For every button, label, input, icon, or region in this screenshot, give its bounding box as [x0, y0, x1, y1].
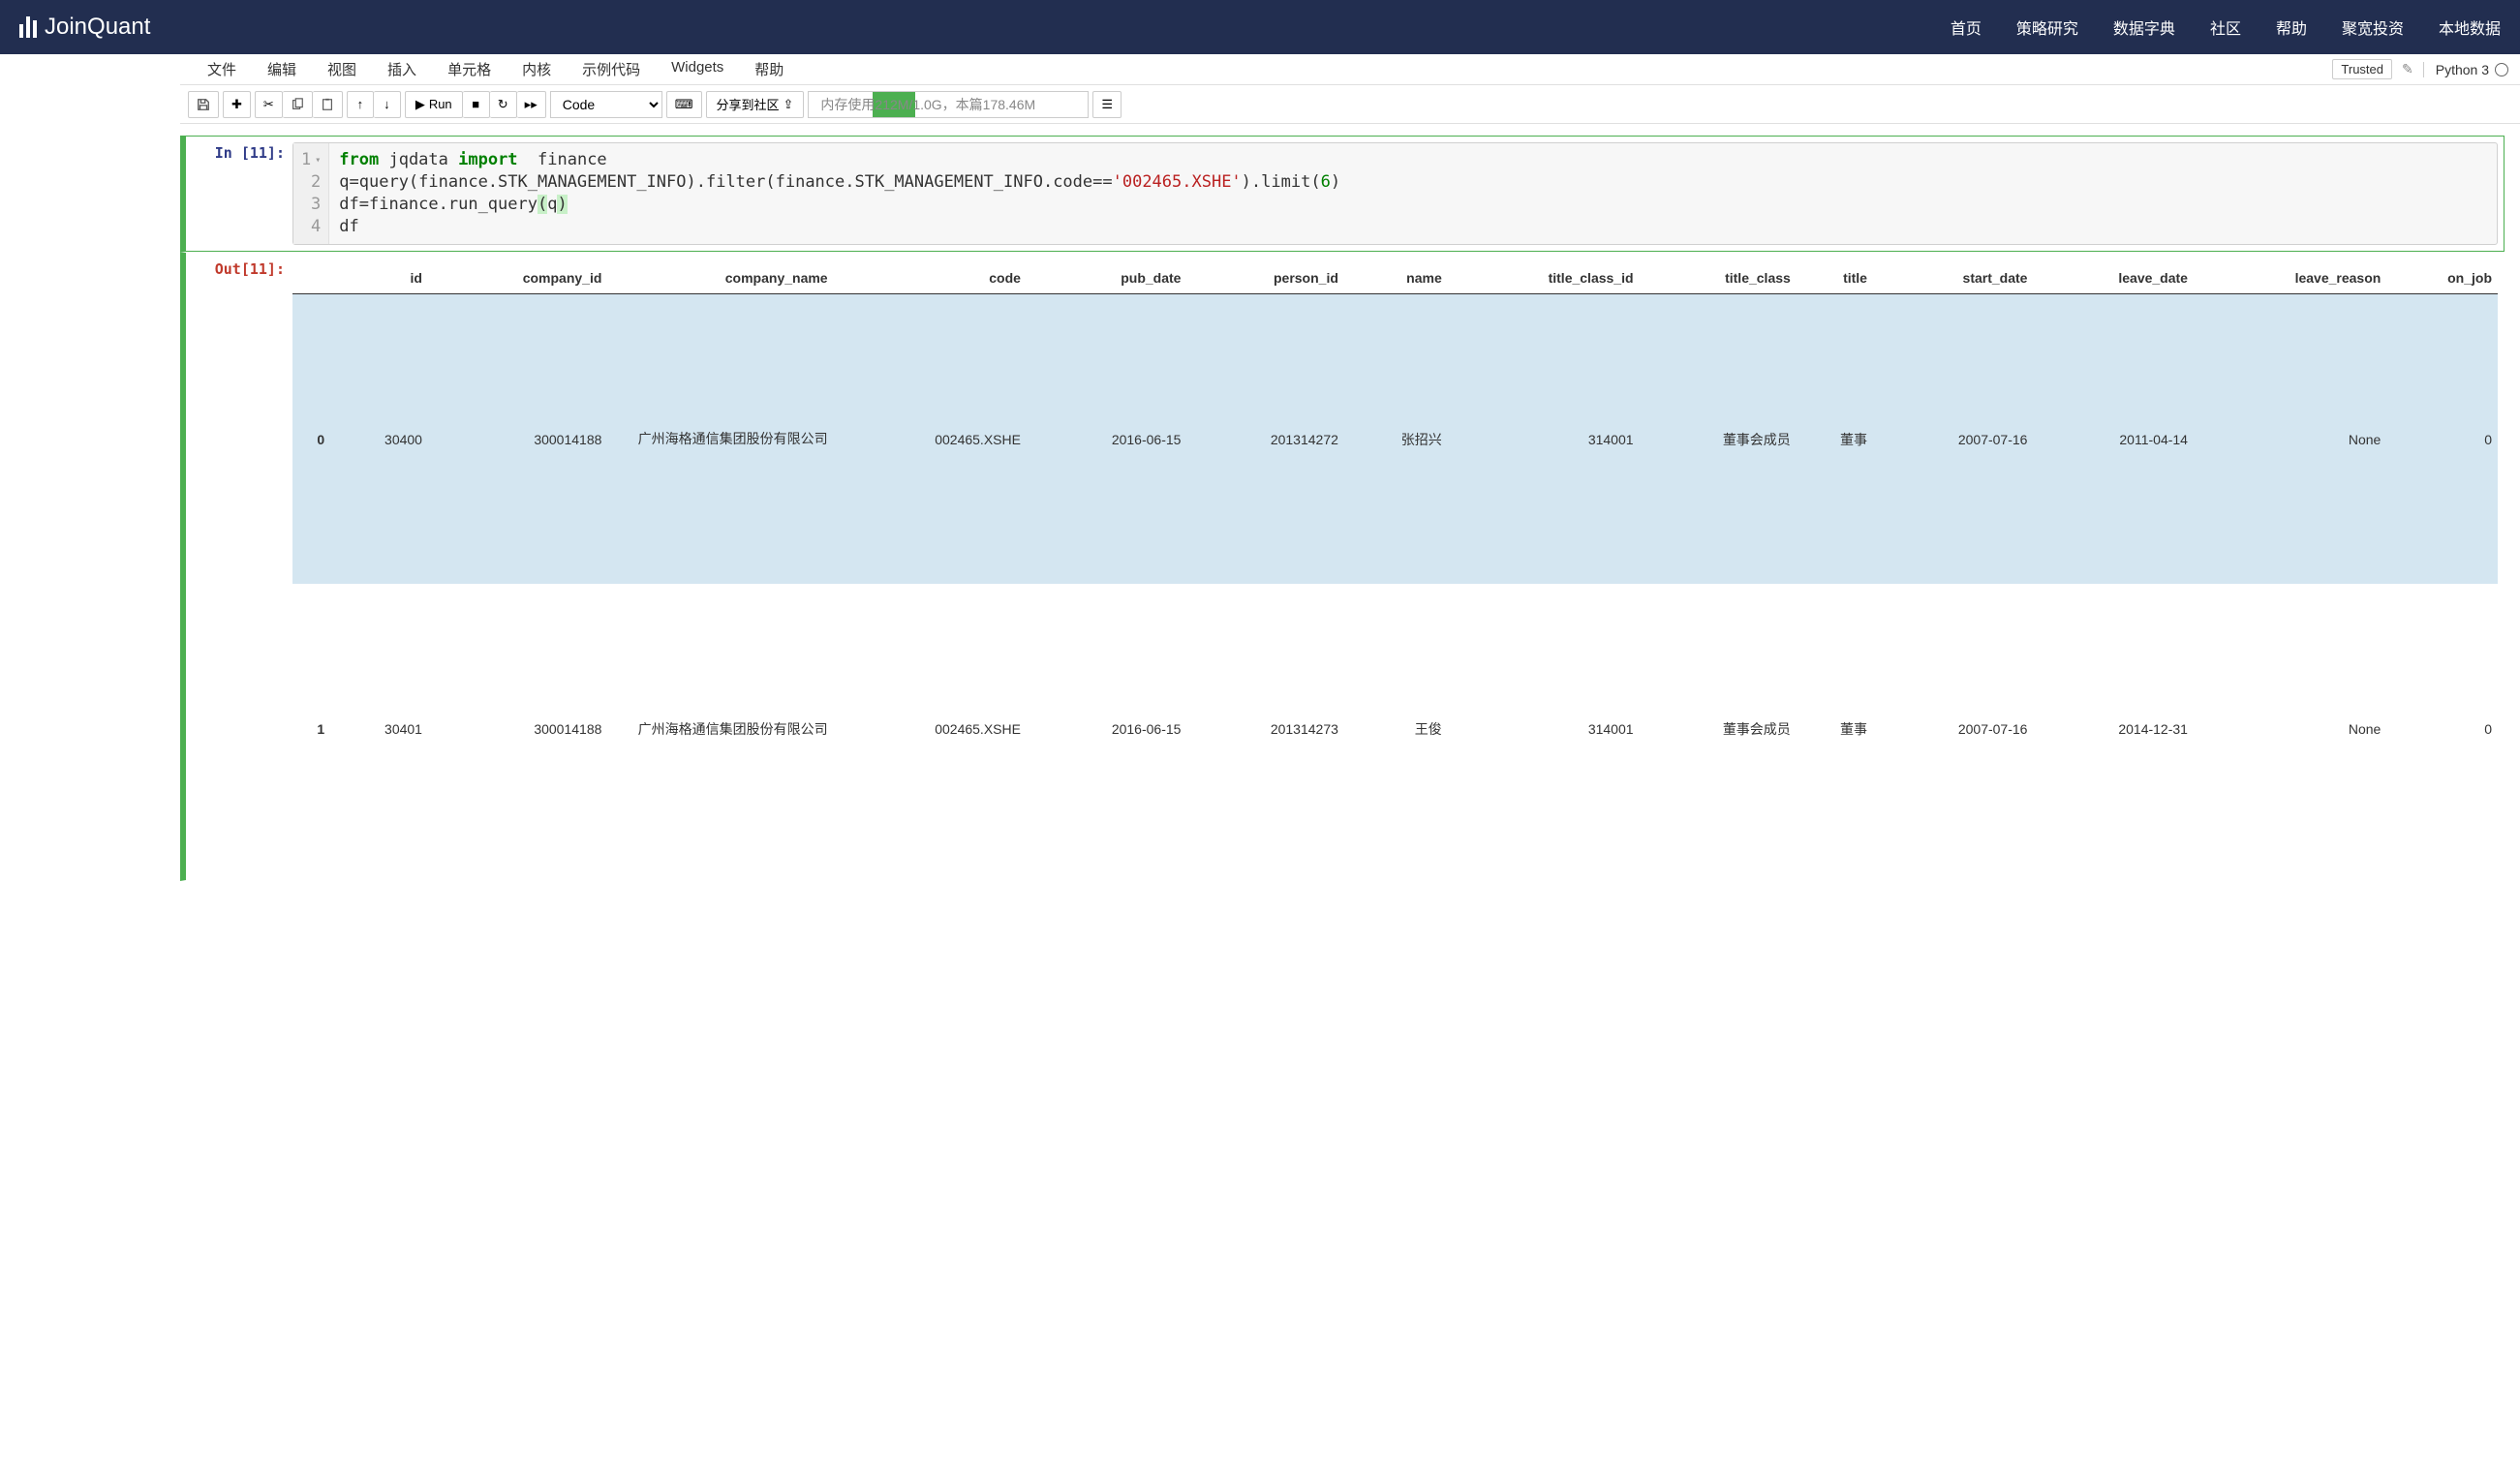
nav-research[interactable]: 策略研究 — [2016, 15, 2078, 39]
fold-icon[interactable]: ▾ — [315, 154, 321, 167]
logo[interactable]: JoinQuant — [19, 14, 150, 41]
notebook: 文件 编辑 视图 插入 单元格 内核 示例代码 Widgets 帮助 Trust… — [0, 54, 2520, 893]
kernel-name: Python 3 — [2436, 62, 2489, 77]
share-icon: ⇪ — [784, 97, 794, 112]
pencil-icon[interactable]: ✎ — [2402, 61, 2413, 77]
trusted-badge[interactable]: Trusted — [2332, 59, 2392, 79]
copy-icon[interactable] — [283, 91, 313, 118]
notebook-content: In [11]: 1▾ 2 3 4 from jqdata import fin… — [0, 124, 2520, 893]
menu-view[interactable]: 视图 — [312, 55, 372, 83]
code-cell[interactable]: In [11]: 1▾ 2 3 4 from jqdata import fin… — [180, 136, 2505, 252]
nav-invest[interactable]: 聚宽投资 — [2342, 15, 2404, 39]
play-icon: ▶ — [415, 97, 425, 112]
menu-file[interactable]: 文件 — [192, 55, 252, 83]
fast-forward-icon[interactable]: ▸▸ — [517, 91, 546, 118]
code-text[interactable]: from jqdata import finance q=query(finan… — [329, 143, 1350, 244]
table-header-row: id company_id company_name code pub_date… — [292, 262, 2498, 294]
table-row: 1 30401 300014188 广州海格通信集团股份有限公司 002465.… — [292, 584, 2498, 874]
app-header: JoinQuant 首页 策略研究 数据字典 社区 帮助 聚宽投资 本地数据 — [0, 0, 2520, 54]
menubar: 文件 编辑 视图 插入 单元格 内核 示例代码 Widgets 帮助 Trust… — [180, 54, 2520, 85]
nav-community[interactable]: 社区 — [2210, 15, 2241, 39]
menu-help[interactable]: 帮助 — [739, 55, 799, 83]
keyboard-icon[interactable]: ⌨ — [666, 91, 702, 118]
menu-widgets[interactable]: Widgets — [656, 55, 739, 83]
share-label: 分享到社区 — [717, 95, 780, 113]
in-prompt: In [11]: — [186, 144, 285, 162]
menu-examples[interactable]: 示例代码 — [567, 55, 656, 83]
add-cell-icon[interactable]: ✚ — [223, 91, 251, 118]
move-down-icon[interactable]: ↓ — [374, 91, 401, 118]
menu-kernel[interactable]: 内核 — [507, 55, 567, 83]
nav-datadict[interactable]: 数据字典 — [2113, 15, 2175, 39]
cut-icon[interactable]: ✂ — [255, 91, 283, 118]
run-label: Run — [429, 97, 452, 111]
nav-home[interactable]: 首页 — [1951, 15, 1982, 39]
mem-value: 212M/1.0G，本篇178.46M — [875, 95, 1035, 114]
paste-icon[interactable] — [313, 91, 343, 118]
toolbar: ✚ ✂ ↑ ↓ ▶ Run ■ ↻ ▸▸ Code ⌨ 分享到社区 ⇪ 内存使用 2… — [180, 85, 2520, 124]
menu-insert[interactable]: 插入 — [372, 55, 432, 83]
kernel-indicator[interactable]: Python 3 — [2423, 62, 2508, 77]
out-prompt: Out[11]: — [186, 260, 285, 278]
bars-icon — [19, 16, 37, 38]
memory-usage: 内存使用 212M/1.0G，本篇178.46M — [808, 91, 1089, 118]
top-nav: 首页 策略研究 数据字典 社区 帮助 聚宽投资 本地数据 — [1951, 15, 2501, 39]
output-cell: Out[11]: id company_id company_name code… — [180, 252, 2505, 882]
run-button[interactable]: ▶ Run — [405, 91, 463, 118]
brand-text: JoinQuant — [45, 14, 150, 41]
move-up-icon[interactable]: ↑ — [347, 91, 374, 118]
restart-icon[interactable]: ↻ — [490, 91, 517, 118]
mem-label: 内存使用 — [816, 95, 875, 114]
stop-icon[interactable]: ■ — [463, 91, 490, 118]
nav-localdata[interactable]: 本地数据 — [2439, 15, 2501, 39]
line-gutter: 1▾ 2 3 4 — [293, 143, 329, 244]
code-editor[interactable]: 1▾ 2 3 4 from jqdata import finance q=qu… — [292, 142, 2498, 245]
share-button[interactable]: 分享到社区 ⇪ — [706, 91, 805, 118]
menu-cell[interactable]: 单元格 — [432, 55, 507, 83]
table-row: 0 30400 300014188 广州海格通信集团股份有限公司 002465.… — [292, 293, 2498, 584]
save-icon[interactable] — [188, 91, 219, 118]
kernel-idle-icon — [2495, 63, 2508, 76]
menu-edit[interactable]: 编辑 — [252, 55, 312, 83]
command-palette-icon[interactable]: ☰ — [1092, 91, 1122, 118]
cell-type-select[interactable]: Code — [550, 91, 662, 118]
dataframe-table: id company_id company_name code pub_date… — [292, 262, 2498, 875]
nav-help[interactable]: 帮助 — [2276, 15, 2307, 39]
